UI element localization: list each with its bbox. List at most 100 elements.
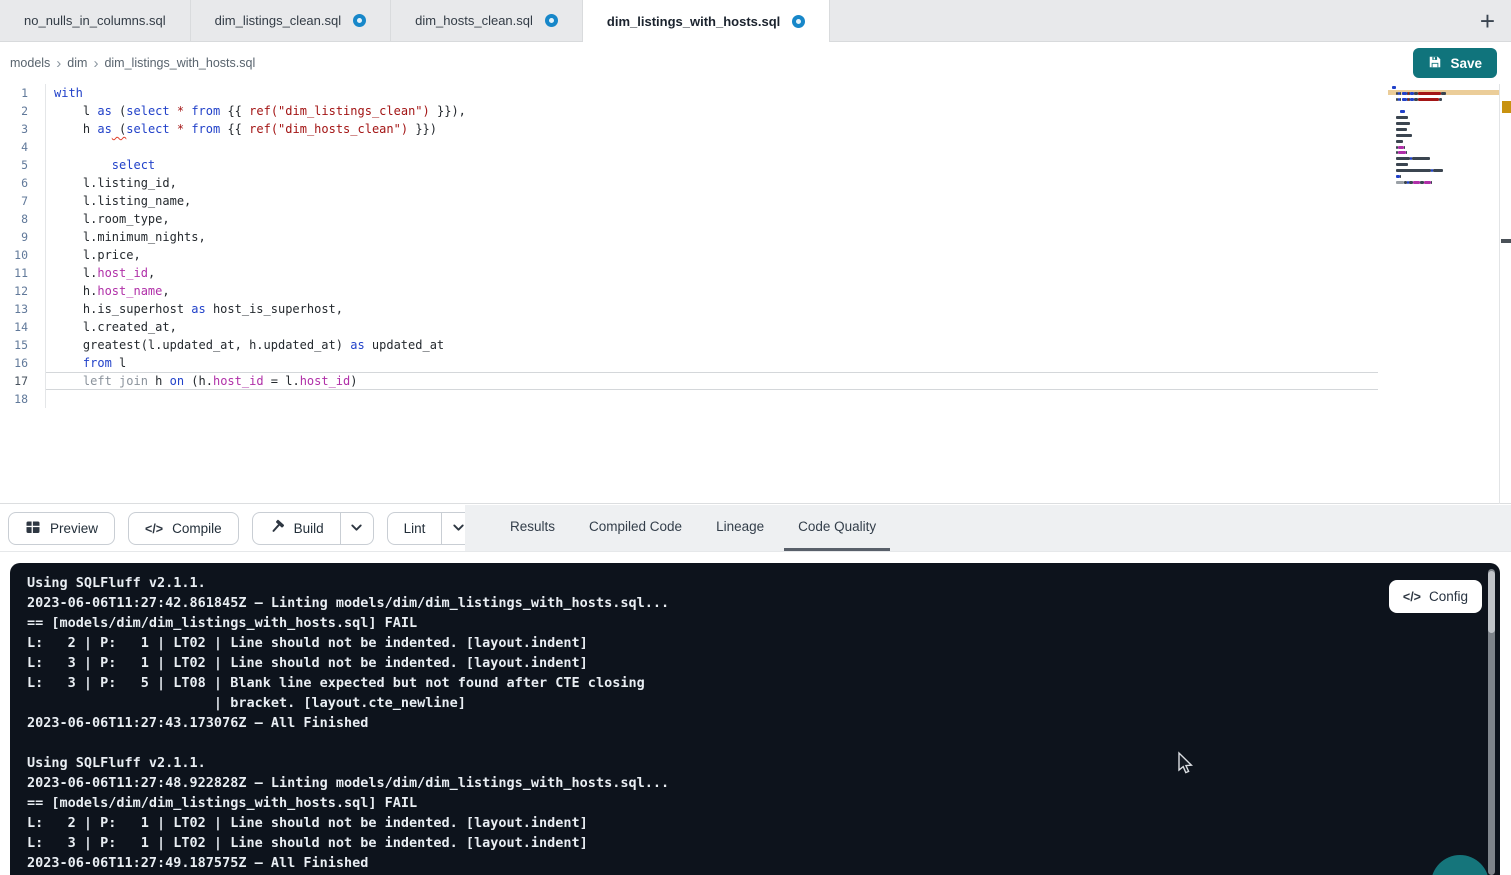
code-token: {{ bbox=[220, 122, 249, 136]
preview-button[interactable]: Preview bbox=[8, 512, 115, 545]
code-line-text[interactable]: l.host_id, bbox=[46, 264, 1378, 282]
tab-lineage[interactable]: Lineage bbox=[702, 505, 778, 551]
save-button[interactable]: Save bbox=[1413, 48, 1497, 78]
code-token: l.minimum_nights, bbox=[54, 230, 206, 244]
line-number: 13 bbox=[0, 300, 46, 318]
minimap-line bbox=[1396, 128, 1407, 131]
file-header-bar: models›dim›dim_listings_with_hosts.sql S… bbox=[0, 42, 1511, 84]
code-token bbox=[54, 158, 112, 172]
new-tab-button[interactable]: + bbox=[1476, 8, 1499, 34]
code-token: l. bbox=[54, 266, 97, 280]
editor-tab-no_nulls_in_columns-sql[interactable]: no_nulls_in_columns.sql bbox=[0, 0, 191, 41]
action-toolbar: Preview </>Compile Build Lint ResultsCompil… bbox=[0, 505, 1511, 552]
code-token: , bbox=[162, 284, 169, 298]
code-line-text[interactable]: l.price, bbox=[46, 246, 1378, 264]
editor-tab-dim_listings_with_hosts-sql[interactable]: dim_listings_with_hosts.sql bbox=[583, 0, 830, 42]
code-token: as bbox=[97, 122, 111, 136]
tab-code-quality[interactable]: Code Quality bbox=[784, 505, 890, 551]
terminal-scrollbar-thumb[interactable] bbox=[1488, 571, 1495, 633]
line-number: 14 bbox=[0, 318, 46, 336]
code-line-text[interactable]: h.is_superhost as host_is_superhost, bbox=[46, 300, 1378, 318]
tab-results[interactable]: Results bbox=[496, 505, 569, 551]
code-token: select bbox=[126, 104, 169, 118]
minimap-line bbox=[1396, 181, 1405, 184]
code-token: l.price, bbox=[54, 248, 141, 262]
code-line: 16 from l bbox=[0, 354, 1378, 372]
editor-tab-bar: no_nulls_in_columns.sqldim_listings_clea… bbox=[0, 0, 1511, 42]
lint-button[interactable]: Lint bbox=[388, 513, 442, 544]
minimap-line bbox=[1424, 181, 1431, 184]
code-line-text[interactable]: select bbox=[46, 156, 1378, 174]
minimap-line bbox=[1398, 146, 1405, 149]
line-number: 18 bbox=[0, 390, 46, 408]
code-line: 1with bbox=[0, 84, 1378, 102]
code-line-text[interactable]: l.listing_id, bbox=[46, 174, 1378, 192]
code-token: ( bbox=[112, 104, 126, 118]
minimap-line bbox=[1418, 98, 1439, 101]
minimap-line bbox=[1413, 181, 1420, 184]
minimap-line bbox=[1398, 151, 1407, 154]
save-button-label: Save bbox=[1450, 56, 1482, 71]
code-token: host_id bbox=[97, 266, 148, 280]
editor-minimap[interactable] bbox=[1388, 85, 1499, 200]
code-line-text[interactable]: l.minimum_nights, bbox=[46, 228, 1378, 246]
chevron-down-icon bbox=[349, 520, 364, 538]
code-token bbox=[54, 374, 83, 388]
compile-button[interactable]: </>Compile bbox=[128, 512, 239, 545]
build-button-group: Build bbox=[252, 512, 374, 545]
minimap-line bbox=[1392, 86, 1396, 89]
code-line-text[interactable]: greatest(l.updated_at, h.updated_at) as … bbox=[46, 336, 1378, 354]
editor-scrollbar-thumb[interactable] bbox=[1501, 239, 1511, 243]
code-line-text[interactable]: with bbox=[46, 84, 1378, 102]
line-number: 16 bbox=[0, 354, 46, 372]
lint-config-button[interactable]: </> Config bbox=[1389, 580, 1482, 613]
minimap-line bbox=[1441, 92, 1446, 95]
minimap-line bbox=[1396, 134, 1412, 137]
code-token: {{ bbox=[220, 104, 249, 118]
code-line-text[interactable]: l as (select * from {{ ref("dim_listings… bbox=[46, 102, 1378, 120]
breadcrumb-item[interactable]: dim bbox=[67, 56, 87, 70]
code-token: as bbox=[191, 302, 205, 316]
code-line-text[interactable]: l.listing_name, bbox=[46, 192, 1378, 210]
chevron-down-icon bbox=[451, 520, 466, 538]
build-dropdown-button[interactable] bbox=[340, 513, 373, 544]
lint-button-label: Lint bbox=[404, 521, 426, 536]
code-token: h bbox=[148, 374, 170, 388]
code-token: from bbox=[83, 356, 112, 370]
code-line-text[interactable] bbox=[46, 138, 1378, 156]
code-token: on bbox=[170, 374, 184, 388]
terminal-line bbox=[27, 733, 1460, 753]
minimap-line bbox=[1396, 157, 1410, 160]
code-token: ref("dim_listings_clean") bbox=[249, 104, 430, 118]
minimap-line bbox=[1396, 169, 1431, 172]
editor-tab-dim_listings_clean-sql[interactable]: dim_listings_clean.sql bbox=[191, 0, 391, 41]
terminal-scrollbar-track bbox=[1488, 569, 1495, 875]
line-number: 17 bbox=[0, 372, 46, 390]
breadcrumb-current[interactable]: dim_listings_with_hosts.sql bbox=[104, 56, 255, 70]
code-line-text[interactable] bbox=[46, 390, 1378, 408]
line-number: 6 bbox=[0, 174, 46, 192]
code-token: left join bbox=[83, 374, 148, 388]
code-line-text[interactable]: l.created_at, bbox=[46, 318, 1378, 336]
code-token: l.room_type, bbox=[54, 212, 170, 226]
minimap-line bbox=[1400, 110, 1406, 113]
tab-compiled-code[interactable]: Compiled Code bbox=[575, 505, 696, 551]
code-token: * bbox=[177, 122, 184, 136]
code-token: host_id bbox=[300, 374, 351, 388]
editor-tab-dim_hosts_clean-sql[interactable]: dim_hosts_clean.sql bbox=[391, 0, 583, 41]
code-token bbox=[54, 356, 83, 370]
code-line: 15 greatest(l.updated_at, h.updated_at) … bbox=[0, 336, 1378, 354]
breadcrumb-item[interactable]: models bbox=[10, 56, 50, 70]
code-line-text[interactable]: h as (select * from {{ ref("dim_hosts_cl… bbox=[46, 120, 1378, 138]
terminal-output-panel: Using SQLFluff v2.1.1. 2023-06-06T11:27:4… bbox=[10, 563, 1500, 875]
terminal-line: 2023-06-06T11:27:48.922828Z — Linting mo… bbox=[27, 773, 1460, 793]
code-editor[interactable]: 1with2 l as (select * from {{ ref("dim_l… bbox=[0, 84, 1511, 504]
code-line-text[interactable]: from l bbox=[46, 354, 1378, 372]
code-line-text[interactable]: h.host_name, bbox=[46, 282, 1378, 300]
tab-label: dim_hosts_clean.sql bbox=[415, 13, 533, 28]
line-number: 15 bbox=[0, 336, 46, 354]
terminal-line: Using SQLFluff v2.1.1. bbox=[27, 573, 1460, 593]
code-line-text[interactable]: l.room_type, bbox=[46, 210, 1378, 228]
code-line-text[interactable]: left join h on (h.host_id = l.host_id) bbox=[46, 372, 1378, 390]
build-button[interactable]: Build bbox=[253, 513, 340, 544]
